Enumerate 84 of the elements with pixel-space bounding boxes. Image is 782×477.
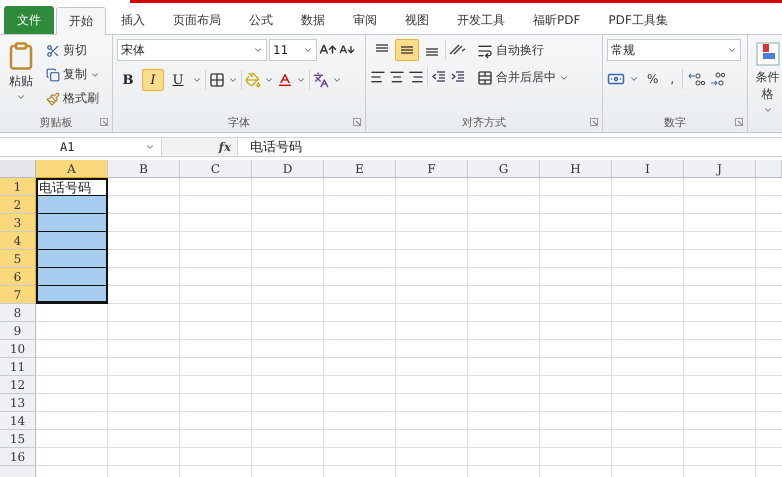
row-header[interactable]: 8 bbox=[0, 304, 36, 322]
row-header[interactable]: 1 bbox=[0, 178, 36, 196]
fill-color-icon[interactable] bbox=[245, 72, 261, 88]
column-header[interactable]: F bbox=[396, 160, 468, 178]
group-label: 剪贴板 bbox=[40, 114, 72, 130]
file-menu-button[interactable]: 文件 bbox=[4, 6, 54, 34]
row-header[interactable]: 2 bbox=[0, 196, 36, 214]
increase-decimal-icon[interactable] bbox=[687, 71, 706, 87]
table-cell[interactable] bbox=[36, 232, 108, 250]
comma-button[interactable]: , bbox=[666, 69, 678, 89]
row-header[interactable]: 14 bbox=[0, 412, 36, 430]
merge-center-button[interactable]: 合并后居中 bbox=[473, 66, 573, 89]
column-header[interactable]: G bbox=[468, 160, 540, 178]
decrease-decimal-icon[interactable] bbox=[709, 71, 728, 87]
ribbon-tab[interactable]: 开始 bbox=[56, 7, 106, 35]
wrap-text-icon bbox=[477, 42, 493, 58]
conditional-format-icon bbox=[754, 41, 780, 67]
ribbon-tab[interactable]: 数据 bbox=[288, 6, 338, 34]
paste-button[interactable]: 粘贴 bbox=[4, 39, 38, 112]
column-header[interactable]: A bbox=[36, 160, 108, 178]
conditional-format-button[interactable]: 条件格 bbox=[752, 39, 782, 132]
dialog-launcher-icon[interactable] bbox=[100, 118, 108, 126]
group-label: 数字 bbox=[664, 114, 686, 130]
ribbon-tab[interactable]: 福昕PDF bbox=[520, 6, 594, 34]
number-format-field[interactable]: 常规 bbox=[607, 39, 741, 61]
group-label: 字体 bbox=[228, 114, 250, 130]
column-header[interactable]: B bbox=[108, 160, 180, 178]
ribbon-tab[interactable]: PDF工具集 bbox=[595, 6, 681, 34]
row-header[interactable]: 7 bbox=[0, 286, 36, 304]
underline-button[interactable]: U bbox=[167, 69, 189, 91]
ribbon-tab[interactable]: 页面布局 bbox=[160, 6, 234, 34]
row-header[interactable]: 16 bbox=[0, 448, 36, 466]
dialog-launcher-icon[interactable] bbox=[353, 118, 361, 126]
bold-button[interactable]: B bbox=[117, 69, 139, 91]
ribbon-tab[interactable]: 插入 bbox=[108, 6, 158, 34]
row-header[interactable]: 15 bbox=[0, 430, 36, 448]
column-header[interactable]: J bbox=[684, 160, 756, 178]
copy-button[interactable]: 复制 bbox=[42, 63, 104, 86]
ribbon-tab[interactable]: 视图 bbox=[392, 6, 442, 34]
cut-button[interactable]: 剪切 bbox=[42, 39, 91, 62]
paintbrush-icon bbox=[46, 92, 60, 106]
column-header[interactable]: I bbox=[612, 160, 684, 178]
row-header[interactable]: 6 bbox=[0, 268, 36, 286]
row-header[interactable]: 5 bbox=[0, 250, 36, 268]
row-header[interactable]: 4 bbox=[0, 232, 36, 250]
column-header[interactable]: H bbox=[540, 160, 612, 178]
table-cell[interactable] bbox=[36, 286, 108, 304]
dialog-launcher-icon[interactable] bbox=[590, 118, 598, 126]
column-header[interactable]: E bbox=[324, 160, 396, 178]
ribbon-tab[interactable]: 审阅 bbox=[340, 6, 390, 34]
phonetic-icon[interactable] bbox=[313, 72, 329, 88]
row-header[interactable]: 11 bbox=[0, 358, 36, 376]
group-label: 对齐方式 bbox=[462, 114, 506, 130]
column-header[interactable]: D bbox=[252, 160, 324, 178]
row-header[interactable]: 3 bbox=[0, 214, 36, 232]
row-header[interactable]: 12 bbox=[0, 376, 36, 394]
vertical-align-button[interactable] bbox=[395, 39, 419, 61]
row-header[interactable]: 13 bbox=[0, 394, 36, 412]
merge-cells-icon bbox=[477, 70, 493, 86]
table-cell[interactable] bbox=[36, 268, 108, 286]
insert-function-button[interactable]: fx bbox=[218, 140, 231, 154]
format-painter-button[interactable]: 格式刷 bbox=[42, 87, 103, 110]
column-header[interactable]: C bbox=[180, 160, 252, 178]
ribbon-tab[interactable]: 开发工具 bbox=[444, 6, 518, 34]
copy-icon bbox=[46, 68, 60, 82]
table-cell[interactable] bbox=[36, 196, 108, 214]
table-cell[interactable] bbox=[36, 214, 108, 232]
align-center-icon[interactable] bbox=[389, 69, 405, 85]
dialog-launcher-icon[interactable] bbox=[735, 118, 743, 126]
font-name-field[interactable]: 宋体 bbox=[117, 39, 267, 61]
ribbon-tab[interactable]: 公式 bbox=[236, 6, 286, 34]
row-header[interactable]: 10 bbox=[0, 340, 36, 358]
scissors-icon bbox=[46, 44, 60, 58]
align-left-icon[interactable] bbox=[370, 69, 386, 85]
percent-button[interactable]: % bbox=[643, 69, 662, 89]
align-right-icon[interactable] bbox=[408, 69, 424, 85]
italic-button[interactable]: I bbox=[142, 69, 164, 91]
table-cell[interactable] bbox=[36, 250, 108, 268]
row-header[interactable]: 9 bbox=[0, 322, 36, 340]
font-color-icon[interactable] bbox=[277, 72, 293, 88]
font-size-field[interactable]: 11 bbox=[269, 39, 317, 61]
borders-icon[interactable] bbox=[209, 72, 225, 88]
table-cell[interactable]: 电话号码 bbox=[36, 178, 108, 196]
wrap-text-button[interactable]: 自动换行 bbox=[473, 39, 548, 62]
